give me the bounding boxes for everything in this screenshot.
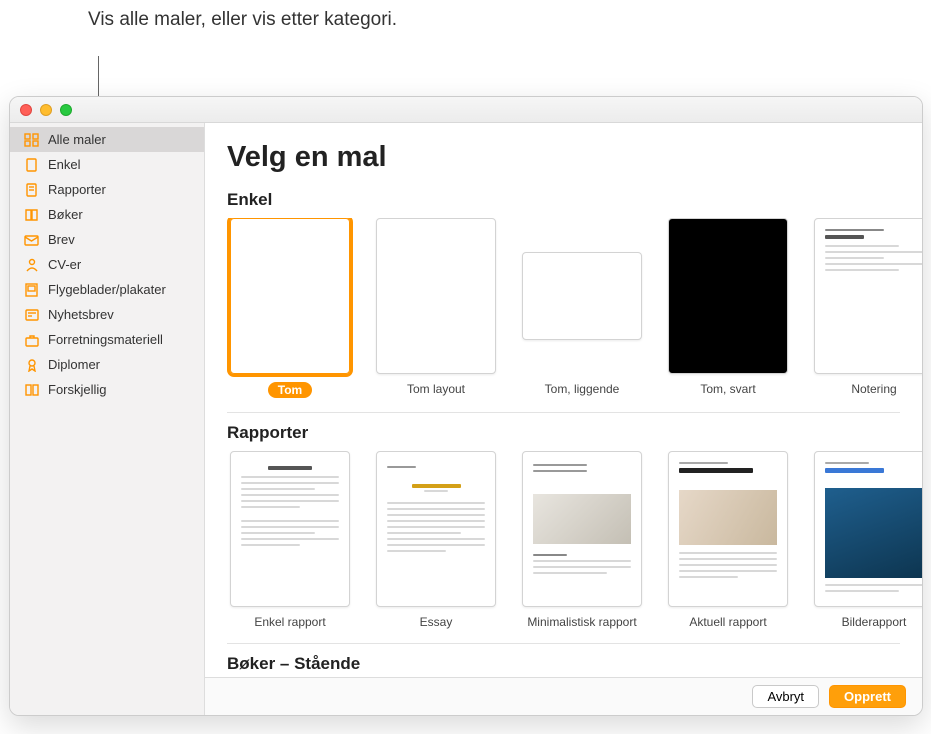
poster-icon xyxy=(24,283,40,297)
sidebar-item-label: Brev xyxy=(48,232,75,247)
template-chooser-window: Alle maler Enkel Rapporter Bøker Brev CV… xyxy=(9,96,923,716)
sidebar-item-enkel[interactable]: Enkel xyxy=(10,152,204,177)
template-tile-tom-layout[interactable]: Tom layout xyxy=(373,218,499,398)
sidebar-item-label: Alle maler xyxy=(48,132,106,147)
sidebar-item-diplomer[interactable]: Diplomer xyxy=(10,352,204,377)
template-label: Bilderapport xyxy=(842,615,907,629)
template-tile-notering[interactable]: Notering xyxy=(811,218,922,398)
template-label: Essay xyxy=(420,615,453,629)
sidebar-item-label: CV-er xyxy=(48,257,81,272)
template-thumb xyxy=(814,218,922,374)
section-title-boker: Bøker – Stående xyxy=(227,654,922,674)
template-tile-enkel-rapport[interactable]: Enkel rapport xyxy=(227,451,353,629)
page-title: Velg en mal xyxy=(227,141,922,174)
sidebar-item-label: Forretningsmateriell xyxy=(48,332,163,347)
template-label: Enkel rapport xyxy=(254,615,325,629)
category-sidebar: Alle maler Enkel Rapporter Bøker Brev CV… xyxy=(10,123,205,715)
section-divider xyxy=(227,412,900,413)
template-label: Tom, liggende xyxy=(545,382,620,396)
doc-icon xyxy=(24,158,40,172)
section-title-enkel: Enkel xyxy=(227,190,922,210)
main-content: Velg en mal Enkel Tom Tom layout Tom, li… xyxy=(205,123,922,715)
template-tile-tom[interactable]: Tom xyxy=(227,218,353,398)
template-tile-essay[interactable]: Essay xyxy=(373,451,499,629)
template-label: Aktuell rapport xyxy=(689,615,766,629)
sidebar-item-forretning[interactable]: Forretningsmateriell xyxy=(10,327,204,352)
template-thumb xyxy=(522,252,642,340)
cancel-button[interactable]: Avbryt xyxy=(752,685,819,708)
sidebar-item-label: Flygeblader/plakater xyxy=(48,282,166,297)
ribbon-icon xyxy=(24,358,40,372)
envelope-icon xyxy=(24,233,40,247)
grid-icon xyxy=(24,133,40,147)
template-label: Notering xyxy=(851,382,896,396)
book-icon xyxy=(24,208,40,222)
sidebar-item-label: Bøker xyxy=(48,207,83,222)
template-label: Tom layout xyxy=(407,382,465,396)
template-grid-enkel: Tom Tom layout Tom, liggende Tom, svart xyxy=(227,218,922,398)
sidebar-item-flygeblader[interactable]: Flygeblader/plakater xyxy=(10,277,204,302)
template-label: Tom xyxy=(268,382,312,398)
sidebar-item-rapporter[interactable]: Rapporter xyxy=(10,177,204,202)
template-thumb xyxy=(522,451,642,607)
window-close-button[interactable] xyxy=(20,104,32,116)
sidebar-item-label: Forskjellig xyxy=(48,382,107,397)
misc-icon xyxy=(24,383,40,397)
sidebar-item-label: Diplomer xyxy=(48,357,100,372)
template-tile-minimalistisk[interactable]: Minimalistisk rapport xyxy=(519,451,645,629)
sidebar-item-all[interactable]: Alle maler xyxy=(10,127,204,152)
template-thumb xyxy=(814,451,922,607)
template-label: Tom, svart xyxy=(700,382,755,396)
template-thumb xyxy=(230,451,350,607)
sidebar-item-label: Enkel xyxy=(48,157,81,172)
sidebar-item-nyhetsbrev[interactable]: Nyhetsbrev xyxy=(10,302,204,327)
template-thumb xyxy=(376,451,496,607)
window-maximize-button[interactable] xyxy=(60,104,72,116)
sidebar-item-label: Nyhetsbrev xyxy=(48,307,114,322)
window-titlebar xyxy=(10,97,922,123)
sidebar-item-brev[interactable]: Brev xyxy=(10,227,204,252)
window-minimize-button[interactable] xyxy=(40,104,52,116)
create-button[interactable]: Opprett xyxy=(829,685,906,708)
template-thumb xyxy=(668,218,788,374)
dialog-footer: Avbryt Opprett xyxy=(205,677,922,715)
person-icon xyxy=(24,258,40,272)
sidebar-item-forskjellig[interactable]: Forskjellig xyxy=(10,377,204,402)
annotation-callout: Vis alle maler, eller vis etter kategori… xyxy=(88,8,397,32)
doc-icon xyxy=(24,183,40,197)
template-tile-tom-liggende[interactable]: Tom, liggende xyxy=(519,218,645,398)
template-tile-aktuell[interactable]: Aktuell rapport xyxy=(665,451,791,629)
template-grid-rapporter: Enkel rapport xyxy=(227,451,922,629)
template-thumb xyxy=(376,218,496,374)
section-divider xyxy=(227,643,900,644)
sidebar-item-boker[interactable]: Bøker xyxy=(10,202,204,227)
sidebar-item-cv[interactable]: CV-er xyxy=(10,252,204,277)
template-thumb xyxy=(230,218,350,374)
sidebar-item-label: Rapporter xyxy=(48,182,106,197)
template-tile-tom-svart[interactable]: Tom, svart xyxy=(665,218,791,398)
briefcase-icon xyxy=(24,333,40,347)
template-tile-bilderapport[interactable]: Bilderapport xyxy=(811,451,922,629)
news-icon xyxy=(24,308,40,322)
template-thumb xyxy=(668,451,788,607)
section-title-rapporter: Rapporter xyxy=(227,423,922,443)
template-label: Minimalistisk rapport xyxy=(527,615,636,629)
